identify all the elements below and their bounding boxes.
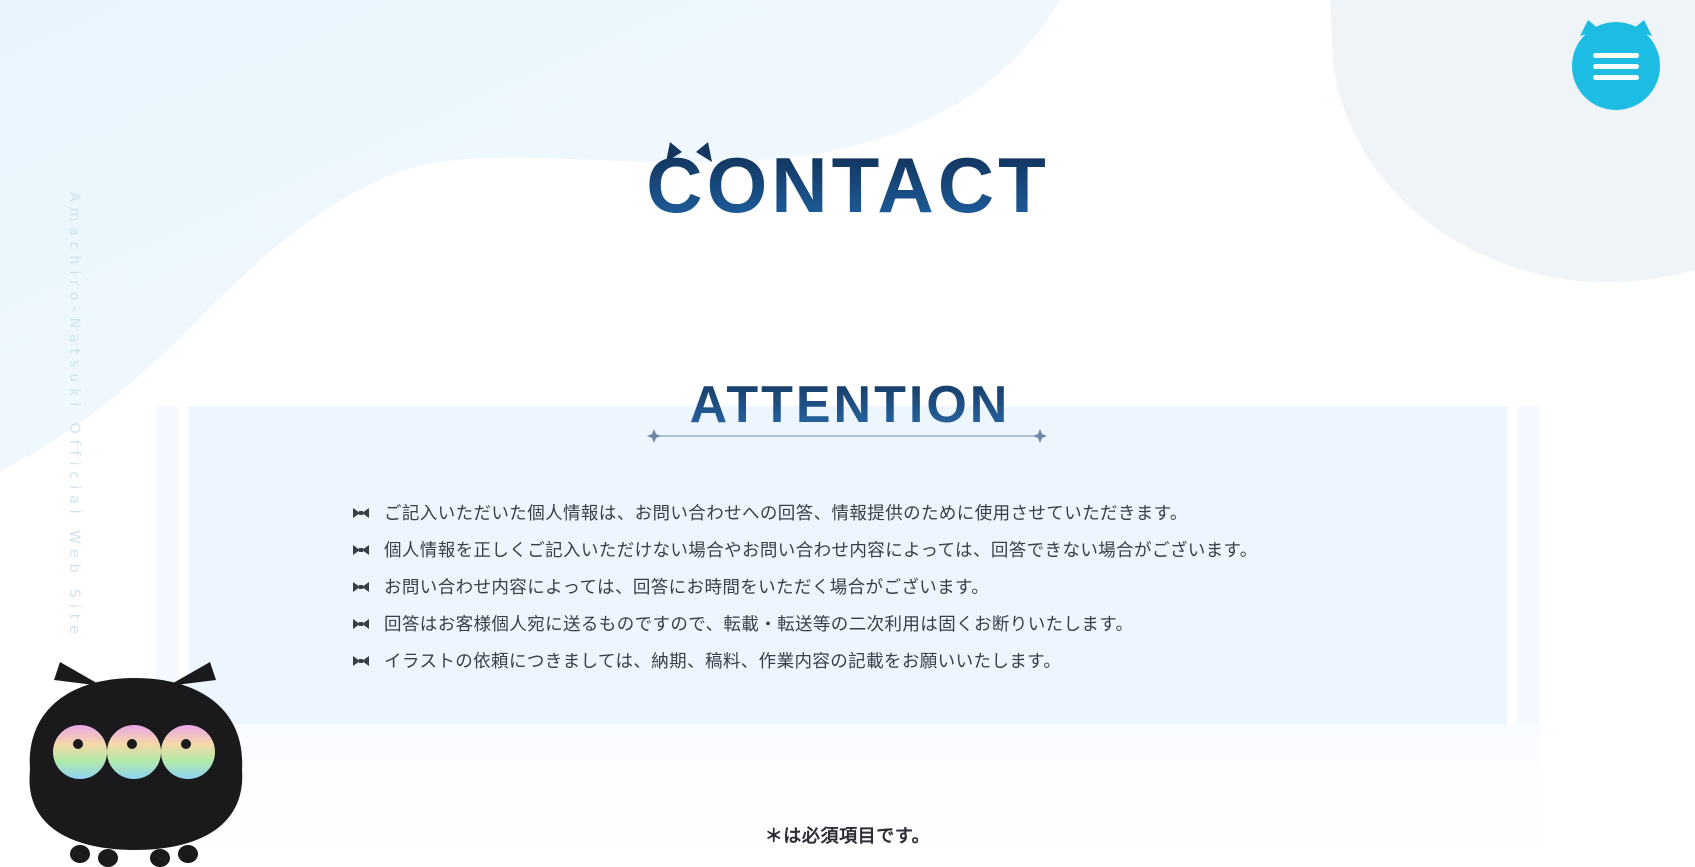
sparkle-icon-left bbox=[647, 429, 661, 443]
list-item: 回答はお客様個人宛に送るものですので、転載・転送等の二次利用は固くお断りいたしま… bbox=[352, 605, 1258, 642]
sparkle-icon-right bbox=[1033, 429, 1047, 443]
list-item-text: イラストの依頼につきましては、納期、稿料、作業内容の記載をお願いいたします。 bbox=[384, 652, 1062, 672]
hamburger-icon bbox=[1572, 20, 1660, 110]
list-item-text: ご記入いただいた個人情報は、お問い合わせへの回答、情報提供のために使用させていた… bbox=[384, 504, 1188, 524]
menu-button[interactable] bbox=[1570, 18, 1662, 110]
bow-icon bbox=[353, 544, 369, 555]
list-item: お問い合わせ内容によっては、回答にお時間をいただく場合がございます。 bbox=[352, 568, 1258, 605]
svg-text:CONTACT: CONTACT bbox=[646, 141, 1050, 229]
site-vertical-label: Amachiro-Natsuki Official Web Site bbox=[66, 192, 82, 640]
list-item-text: お問い合わせ内容によっては、回答にお時間をいただく場合がございます。 bbox=[384, 578, 990, 598]
list-item-text: 個人情報を正しくご記入いただけない場合やお問い合わせ内容によっては、回答できない… bbox=[384, 541, 1258, 561]
bow-icon bbox=[353, 618, 369, 629]
bow-icon bbox=[353, 507, 369, 518]
attention-list: ご記入いただいた個人情報は、お問い合わせへの回答、情報提供のために使用させていた… bbox=[352, 494, 1258, 679]
list-item: 個人情報を正しくご記入いただけない場合やお問い合わせ内容によっては、回答できない… bbox=[352, 531, 1258, 568]
list-item: イラストの依頼につきましては、納期、稿料、作業内容の記載をお願いいたします。 bbox=[352, 642, 1258, 679]
mascot-eye bbox=[53, 725, 107, 779]
contact-page: Amachiro-Natsuki Official Web Site CONTA… bbox=[0, 0, 1695, 867]
panel-divider-right bbox=[1508, 406, 1518, 724]
attention-heading: ATTENTION bbox=[647, 376, 1047, 443]
black-cat-mascot[interactable] bbox=[20, 660, 250, 867]
required-fields-note: ＊は必須項目です。 bbox=[764, 826, 931, 847]
page-title: CONTACT bbox=[646, 141, 1050, 229]
list-item: ご記入いただいた個人情報は、お問い合わせへの回答、情報提供のために使用させていた… bbox=[352, 494, 1258, 531]
mascot-eye bbox=[161, 725, 215, 779]
list-item-text: 回答はお客様個人宛に送るものですので、転載・転送等の二次利用は固くお断りいたしま… bbox=[384, 615, 1134, 635]
svg-text:ATTENTION: ATTENTION bbox=[690, 376, 1011, 434]
mascot-eye bbox=[107, 725, 161, 779]
bow-icon bbox=[353, 581, 369, 592]
bow-icon bbox=[353, 655, 369, 666]
